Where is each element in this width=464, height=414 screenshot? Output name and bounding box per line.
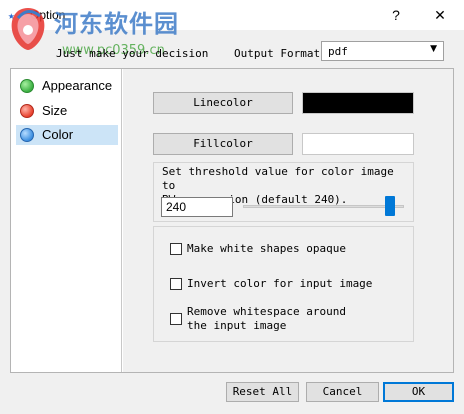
linecolor-swatch[interactable] [302, 92, 414, 114]
ok-button[interactable]: OK [383, 382, 454, 402]
help-button[interactable]: ? [384, 4, 408, 26]
output-format-label: Output Format: [234, 47, 327, 60]
nav-item-label: Color [42, 127, 74, 142]
fillcolor-swatch[interactable] [302, 133, 414, 155]
invert-checkbox[interactable] [170, 278, 182, 290]
threshold-input[interactable]: 240 [161, 197, 233, 217]
red-circle-icon [20, 104, 34, 118]
green-circle-icon [20, 79, 34, 93]
nav-item-appearance[interactable]: Appearance [16, 76, 118, 96]
remove-whitespace-checkbox[interactable] [170, 313, 182, 325]
reset-all-button[interactable]: Reset All [226, 382, 299, 402]
blue-circle-icon [20, 128, 34, 142]
nav-item-label: Size [42, 103, 68, 118]
threshold-slider-track[interactable] [243, 205, 404, 208]
watermark-logo-icon [11, 8, 45, 50]
cancel-button[interactable]: Cancel [306, 382, 379, 402]
opaque-checkbox[interactable] [170, 243, 182, 255]
nav-item-label: Appearance [42, 78, 113, 93]
threshold-slider-thumb[interactable] [384, 196, 395, 216]
remove-whitespace-label: Remove whitespace around the input image [187, 305, 346, 333]
nav-item-size[interactable]: Size [16, 101, 118, 121]
remove-whitespace-label-line2: the input image [187, 319, 287, 332]
linecolor-button[interactable]: Linecolor [153, 92, 293, 114]
fillcolor-button[interactable]: Fillcolor [153, 133, 293, 155]
subtitle: Just make your decision [56, 47, 209, 60]
invert-label: Invert color for input image [187, 277, 373, 290]
threshold-text-line1: Set threshold value for color image to [162, 165, 394, 192]
close-icon[interactable]: ✕ [428, 4, 452, 26]
opaque-label: Make white shapes opaque [187, 242, 346, 255]
remove-whitespace-label-line1: Remove whitespace around [187, 305, 346, 318]
nav-item-color[interactable]: Color [16, 125, 118, 145]
chevron-down-icon: ▼ [430, 44, 437, 54]
watermark-text: 河东软件园 [54, 10, 179, 38]
output-format-value: pdf [328, 45, 348, 58]
output-format-select[interactable]: pdf ▼ [321, 41, 444, 61]
